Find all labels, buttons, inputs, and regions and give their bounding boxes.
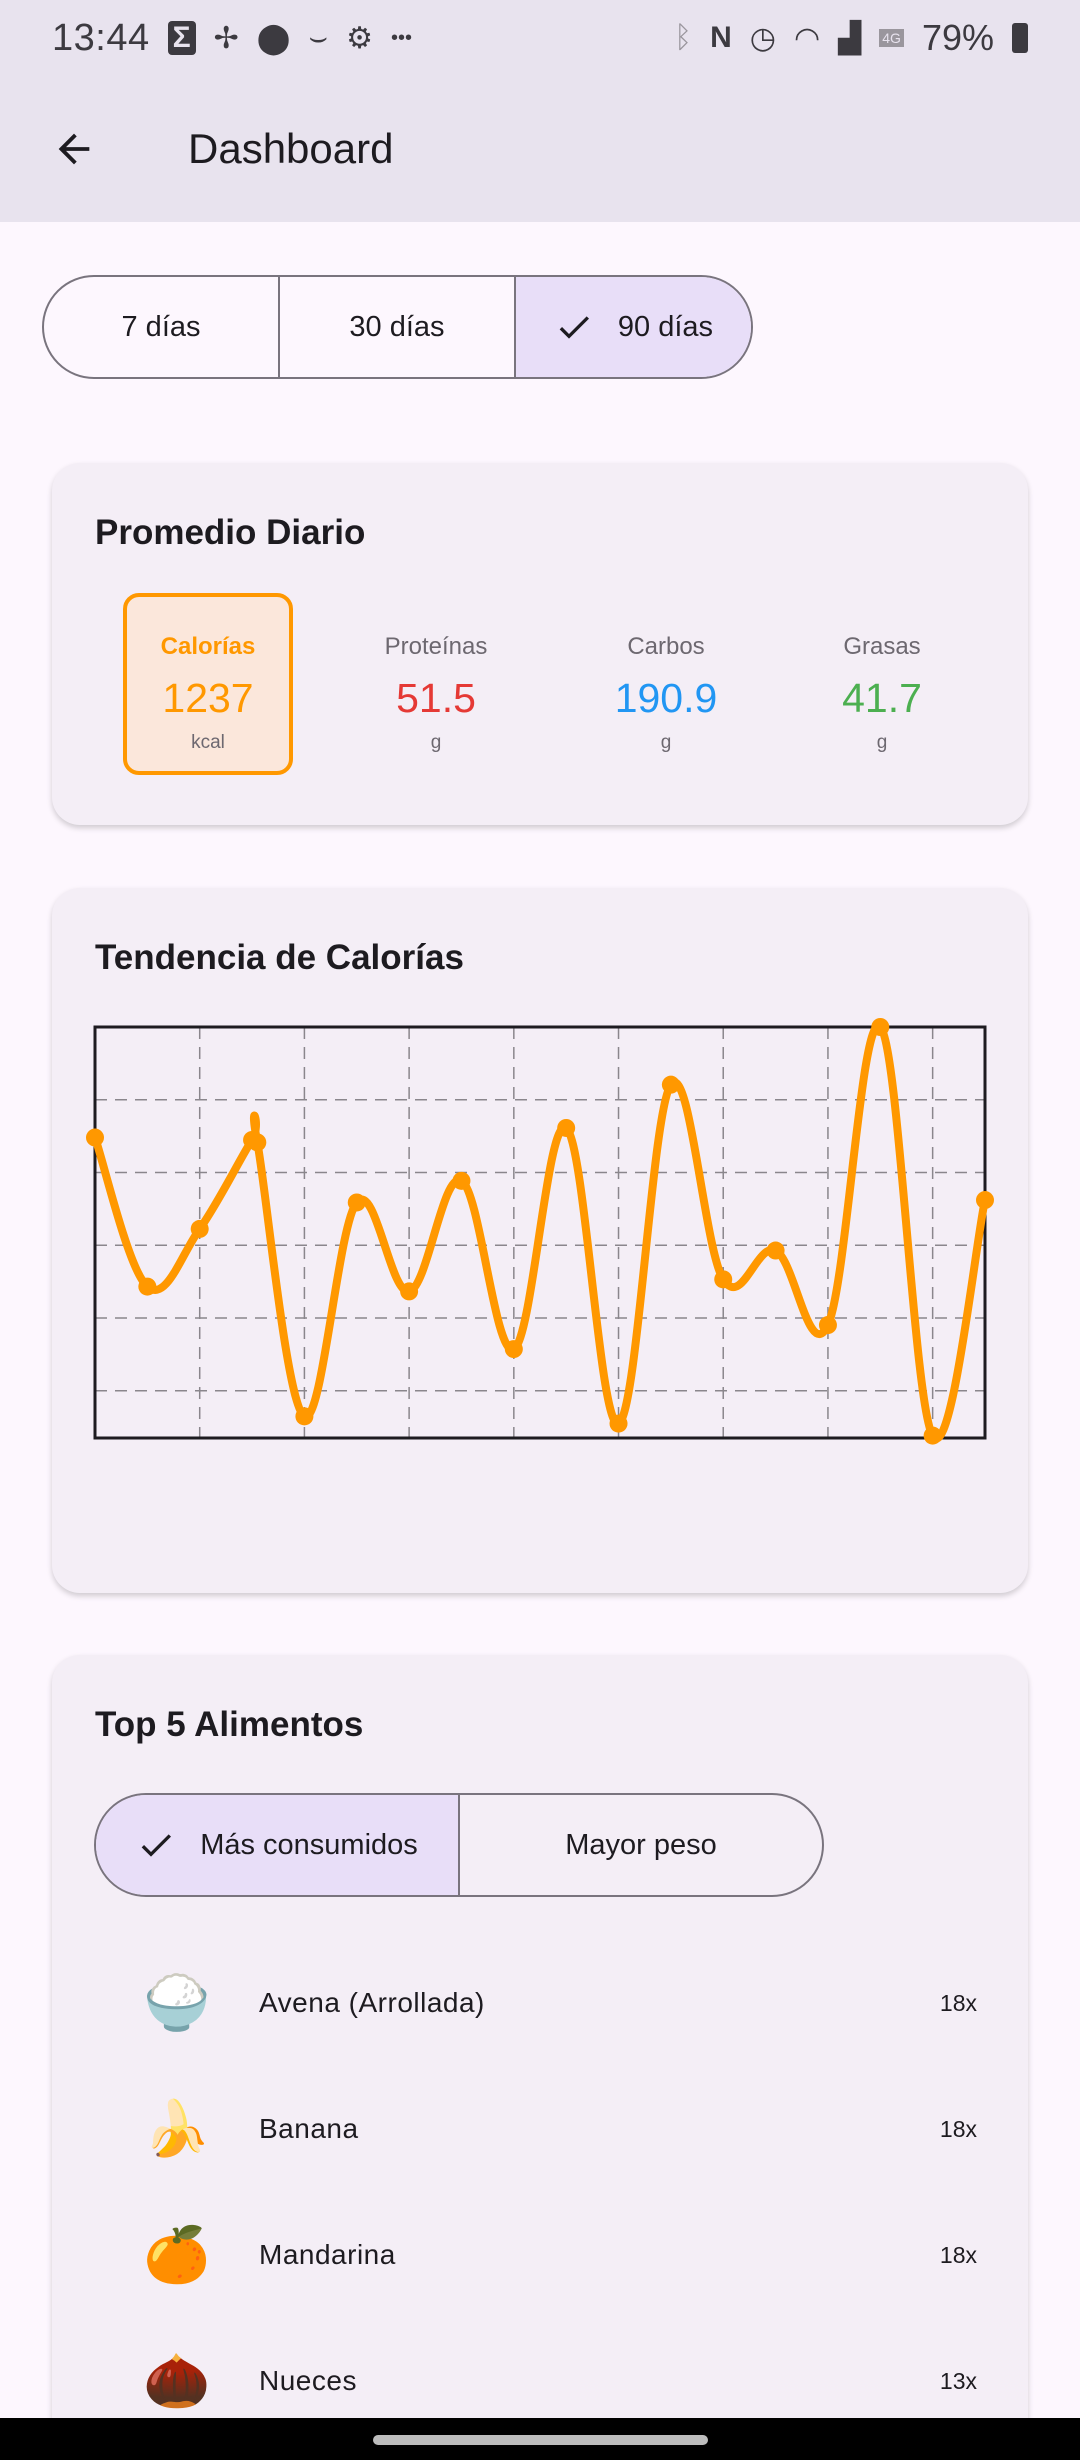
range-option-7[interactable]: 7 días — [44, 277, 280, 377]
macro-label: Calorías — [160, 633, 256, 660]
calorie-trend-chart — [86, 1018, 994, 1445]
amazon-icon: ⌣ — [308, 21, 329, 54]
top-foods-title: Top 5 Alimentos — [95, 1705, 364, 1744]
range-option-90[interactable]: 90 días — [516, 277, 751, 377]
trend-point — [138, 1277, 157, 1296]
food-count: 18x — [939, 2115, 977, 2142]
tab-most-consumed[interactable]: Más consumidos — [96, 1795, 460, 1895]
wifi-icon: ◠ — [793, 21, 821, 55]
trend-point — [248, 1133, 267, 1152]
food-name: Banana — [259, 2113, 359, 2144]
food-list-item[interactable]: 🍚 Avena (Arrollada) 18x — [137, 1940, 997, 2066]
trend-point — [766, 1241, 785, 1260]
trend-point — [609, 1414, 628, 1433]
trend-point — [557, 1118, 576, 1137]
macro-value: 41.7 — [842, 675, 922, 721]
status-time: 13:44 — [52, 16, 150, 59]
page-title: Dashboard — [188, 125, 394, 172]
trend-point — [190, 1219, 209, 1238]
range-option-label: 7 días — [121, 310, 201, 343]
macro-label: Grasas — [843, 633, 921, 660]
food-count: 18x — [939, 2241, 977, 2268]
trend-point — [923, 1426, 942, 1445]
status-bar-left: 13:44 Σ ✢ ⬤ ⌣ ⚙ ••• — [52, 17, 412, 60]
trend-point — [871, 1018, 890, 1036]
range-selector: 7 días 30 días 90 días — [42, 275, 753, 379]
macro-calories[interactable]: Calorías 1237 kcal — [123, 593, 293, 775]
macro-unit: g — [660, 732, 672, 753]
signal-icon: ▟ — [838, 21, 862, 55]
food-list-item[interactable]: 🍊 Mandarina 18x — [137, 2192, 997, 2318]
status-bar-right: ᛒ N ◷ ◠ ▟ 4G 79% — [674, 17, 1028, 59]
food-count: 18x — [939, 1989, 977, 2016]
nfc-icon: N — [710, 21, 732, 54]
top-foods-tabs: Más consumidos Mayor peso — [94, 1793, 824, 1897]
banana-icon: 🍌 — [143, 2098, 211, 2159]
range-option-label: 90 días — [617, 310, 714, 343]
food-count: 13x — [939, 2367, 977, 2394]
trend-point — [976, 1191, 994, 1210]
food-name: Nueces — [259, 2365, 357, 2396]
range-option-label: 30 días — [349, 310, 445, 343]
tab-heaviest[interactable]: Mayor peso — [460, 1795, 822, 1895]
tangerine-icon: 🍊 — [143, 2224, 211, 2285]
macro-unit: g — [876, 732, 888, 753]
status-bar: 13:44 Σ ✢ ⬤ ⌣ ⚙ ••• ᛒ N ◷ ◠ ▟ 4G 79% — [0, 0, 1080, 76]
check-icon — [141, 1834, 172, 1857]
location-icon: ⬤ — [256, 21, 291, 55]
macro-value: 1237 — [162, 675, 254, 721]
bluetooth-icon: ᛒ — [674, 21, 693, 54]
food-name: Avena (Arrollada) — [259, 1987, 485, 2018]
food-list-item[interactable]: 🍌 Banana 18x — [137, 2066, 997, 2192]
fan-icon: ✢ — [213, 21, 239, 55]
settings-icon: ⚙ — [346, 21, 373, 55]
4g-icon: 4G — [879, 29, 904, 47]
gesture-handle[interactable] — [373, 2435, 708, 2445]
macro-value: 190.9 — [614, 675, 718, 721]
trend-point — [295, 1407, 314, 1426]
daily-average-title: Promedio Diario — [95, 513, 366, 552]
calorie-trend-card: Tendencia de Calorías — [52, 888, 1028, 1593]
sigma-icon: Σ — [167, 21, 196, 55]
rice-bowl-icon: 🍚 — [143, 1972, 211, 2033]
trend-point — [452, 1171, 471, 1190]
alarm-icon: ◷ — [749, 21, 776, 55]
macro-unit: kcal — [191, 732, 225, 753]
trend-point — [818, 1316, 837, 1335]
battery-icon — [1012, 23, 1028, 53]
top-foods-card: Top 5 Alimentos Más consumidos Mayor pes… — [52, 1655, 1028, 2455]
trend-point — [86, 1128, 104, 1147]
food-name: Mandarina — [259, 2239, 396, 2270]
system-nav-bar — [0, 2418, 1080, 2460]
trend-point — [661, 1075, 680, 1094]
trend-point — [400, 1282, 419, 1301]
macro-label: Carbos — [627, 633, 705, 660]
battery-level: 79% — [921, 17, 994, 58]
trend-point — [714, 1270, 733, 1289]
daily-average-card: Promedio Diario Calorías 1237 kcal Prote… — [52, 463, 1028, 825]
range-option-30[interactable]: 30 días — [280, 277, 516, 377]
more-icon: ••• — [390, 26, 412, 49]
check-icon — [559, 316, 589, 339]
macro-fats[interactable]: Grasas 41.7 g — [797, 593, 967, 775]
tab-label: Mayor peso — [565, 1828, 717, 1861]
back-button[interactable] — [26, 101, 122, 197]
macro-value: 51.5 — [396, 675, 476, 721]
tab-label: Más consumidos — [200, 1828, 418, 1861]
macro-label: Proteínas — [384, 633, 488, 660]
chestnut-icon: 🌰 — [143, 2350, 211, 2411]
macro-proteins[interactable]: Proteínas 51.5 g — [351, 593, 521, 775]
trend-point — [347, 1193, 366, 1212]
app-bar: Dashboard — [0, 76, 1080, 222]
trend-point — [504, 1340, 523, 1359]
macro-unit: g — [430, 732, 442, 753]
macro-carbs[interactable]: Carbos 190.9 g — [581, 593, 751, 775]
arrow-back-icon — [58, 133, 90, 165]
calorie-trend-line — [91, 1022, 989, 1443]
